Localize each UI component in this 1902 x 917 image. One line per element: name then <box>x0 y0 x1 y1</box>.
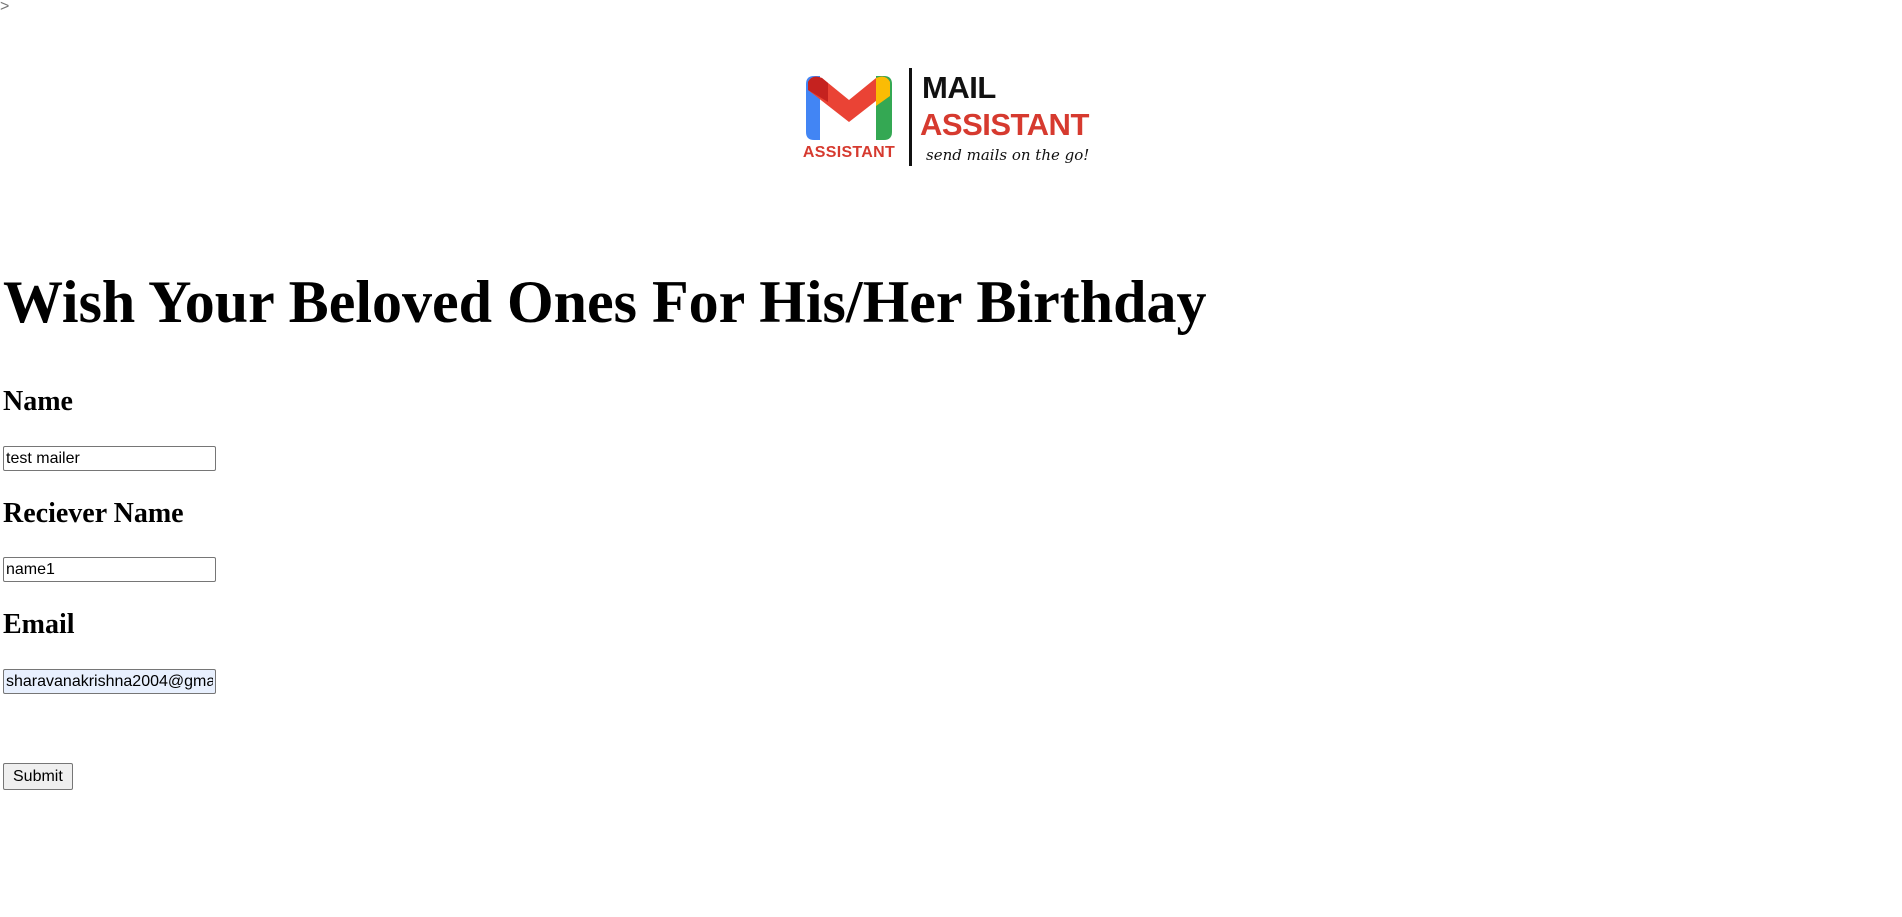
logo-line-assistant: ASSISTANT <box>920 107 1089 142</box>
logo-line-mail: MAIL <box>922 70 996 105</box>
logo-sub-label: ASSISTANT <box>802 144 896 161</box>
receiver-name-label: Reciever Name <box>3 498 184 529</box>
receiver-name-input[interactable] <box>3 557 216 582</box>
email-label: Email <box>3 609 75 640</box>
mail-assistant-logo: ASSISTANT MAIL ASSISTANT send mails on t… <box>800 64 1100 174</box>
stray-text: > <box>0 0 10 15</box>
name-label: Name <box>3 386 73 417</box>
logo-tagline: send mails on the go! <box>926 146 1090 164</box>
page-title: Wish Your Beloved Ones For His/Her Birth… <box>3 269 1207 335</box>
logo-divider <box>909 68 912 166</box>
submit-button[interactable]: Submit <box>3 763 73 790</box>
name-input[interactable] <box>3 446 216 471</box>
email-input[interactable] <box>3 669 216 694</box>
